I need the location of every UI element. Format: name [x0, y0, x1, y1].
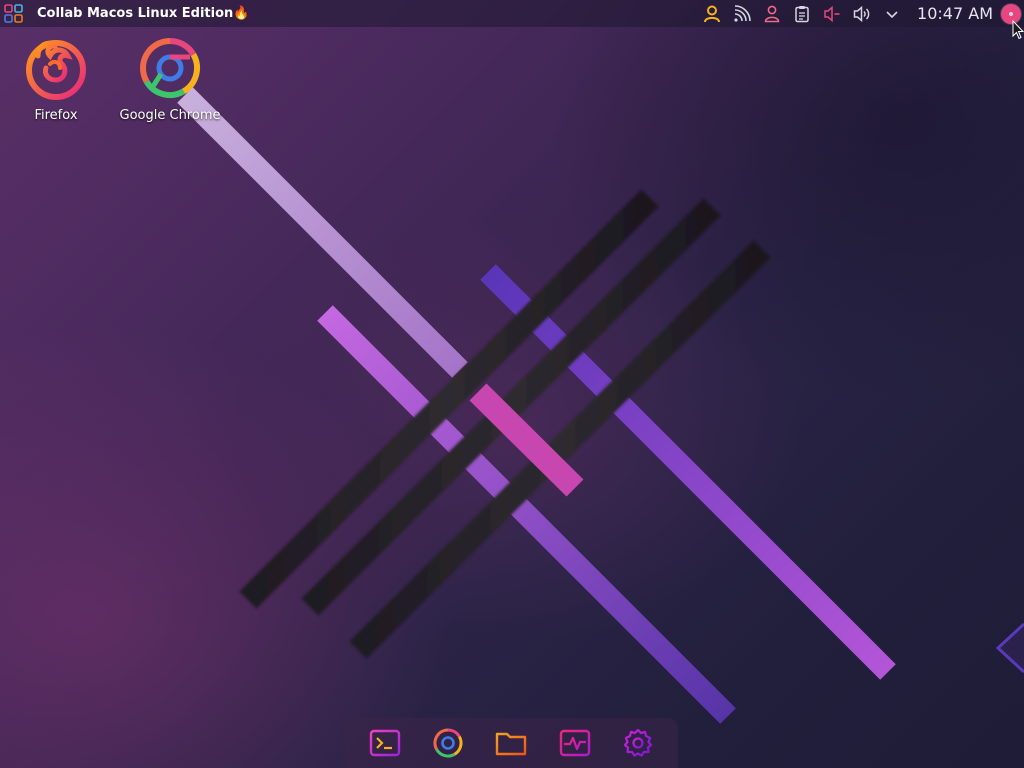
- active-window-title: Collab Macos Linux Edition🔥: [37, 6, 250, 21]
- edge-widget-icon[interactable]: [994, 620, 1024, 680]
- microphone-muted-icon[interactable]: [821, 3, 843, 25]
- folder-icon[interactable]: [492, 724, 530, 762]
- top-panel: Collab Macos Linux Edition🔥 10:47 AM: [0, 0, 1024, 27]
- settings-gear-icon[interactable]: [619, 724, 657, 762]
- system-monitor-icon[interactable]: [556, 724, 594, 762]
- clipboard-icon[interactable]: [791, 3, 813, 25]
- desktop-icon-label: Firefox: [34, 108, 78, 123]
- user-account-icon[interactable]: [761, 3, 783, 25]
- desktop-icon-firefox[interactable]: Firefox: [1, 36, 111, 123]
- dock: [345, 718, 678, 768]
- system-tray: 10:47 AM: [697, 0, 1024, 27]
- rss-feed-icon[interactable]: [731, 3, 753, 25]
- mouse-pointer-icon: [1012, 19, 1024, 44]
- terminal-icon[interactable]: [366, 724, 404, 762]
- chevron-down-icon[interactable]: [881, 3, 903, 25]
- desktop-icon-label: Google Chrome: [119, 108, 221, 123]
- firefox-icon: [24, 36, 88, 100]
- app-grid-icon[interactable]: [1, 1, 27, 27]
- volume-icon[interactable]: [851, 3, 873, 25]
- chrome-icon[interactable]: [429, 724, 467, 762]
- clock[interactable]: 10:47 AM: [917, 4, 993, 23]
- chrome-icon: [138, 36, 202, 100]
- desktop-icon-google-chrome[interactable]: Google Chrome: [115, 36, 225, 123]
- user-yellow-icon[interactable]: [701, 3, 723, 25]
